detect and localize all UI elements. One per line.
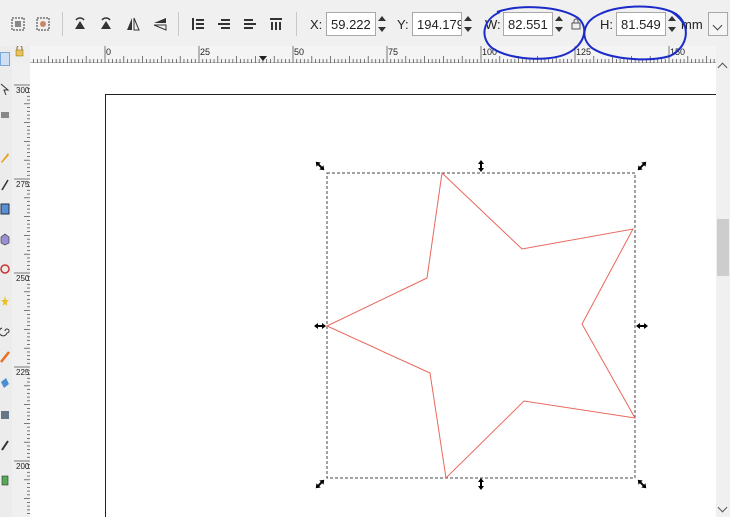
unit-select[interactable]: mm xyxy=(679,14,706,36)
raise-icon[interactable] xyxy=(240,14,260,34)
scroll-down-icon[interactable] xyxy=(717,502,728,513)
chevron-down-icon[interactable] xyxy=(708,12,728,36)
toolbar-separator xyxy=(178,12,179,36)
spray-tool-icon[interactable] xyxy=(0,472,10,486)
scroll-up-icon[interactable] xyxy=(717,62,728,73)
node-tool-icon[interactable] xyxy=(0,82,10,96)
ruler-label: 250 xyxy=(16,274,30,283)
width-spinner[interactable] xyxy=(554,12,565,36)
ruler-label: 100 xyxy=(482,47,498,57)
select-all-icon[interactable] xyxy=(8,14,28,34)
width-input[interactable]: 82.551 xyxy=(503,12,553,36)
x-label: X: xyxy=(310,17,323,32)
ruler-label: 150 xyxy=(670,47,686,57)
scrollbar-thumb[interactable] xyxy=(717,219,729,276)
bucket-tool-icon[interactable] xyxy=(0,376,10,390)
inkscape-window: X: 59.222 Y: 194.179 W: 82.551 H: 81.549… xyxy=(0,0,730,517)
selector-toolbar: X: 59.222 Y: 194.179 W: 82.551 H: 81.549… xyxy=(0,0,730,46)
height-input[interactable]: 81.549 xyxy=(616,12,666,36)
3d-box-tool-icon[interactable] xyxy=(0,232,10,246)
ruler-pointer-icon xyxy=(259,56,267,61)
gradient-tool-icon[interactable] xyxy=(0,408,10,422)
star-tool-icon[interactable] xyxy=(0,294,10,308)
star-shape[interactable] xyxy=(325,171,636,480)
lower-to-bottom-icon[interactable] xyxy=(188,14,208,34)
lower-icon[interactable] xyxy=(214,14,234,34)
ruler-label: 0 xyxy=(106,47,112,57)
height-label: H: xyxy=(600,17,613,32)
ruler-label: 300 xyxy=(16,86,30,95)
select-all-layers-icon[interactable] xyxy=(33,14,53,34)
toolbar-separator xyxy=(296,12,297,36)
y-label: Y: xyxy=(397,17,409,32)
horizontal-ruler[interactable]: 0 25 50 75 100 125 150 xyxy=(30,46,716,63)
drawing-canvas[interactable] xyxy=(30,63,716,517)
tweak-tool-icon[interactable] xyxy=(0,108,10,122)
rotate-ccw-icon[interactable] xyxy=(70,14,90,34)
ruler-label: 275 xyxy=(16,180,30,189)
scale-handle-bottom-right[interactable] xyxy=(636,478,649,491)
rectangle-tool-icon[interactable] xyxy=(0,202,10,216)
stretch-handle-left[interactable] xyxy=(314,323,326,329)
ruler-label: 25 xyxy=(200,47,211,57)
flip-vertical-icon[interactable] xyxy=(150,14,170,34)
x-input[interactable]: 59.222 xyxy=(326,12,376,36)
ruler-label: 50 xyxy=(294,47,305,57)
scale-handle-bottom-left[interactable] xyxy=(314,478,327,491)
width-label: W: xyxy=(485,17,501,32)
pencil-tool-icon[interactable] xyxy=(0,150,10,164)
vertical-scrollbar[interactable] xyxy=(716,46,730,517)
y-input[interactable]: 194.179 xyxy=(412,12,462,36)
ruler-label: 75 xyxy=(388,47,399,57)
toolbar-separator xyxy=(62,12,63,36)
raise-to-top-icon[interactable] xyxy=(266,14,286,34)
stretch-handle-right[interactable] xyxy=(636,323,648,329)
ellipse-tool-icon[interactable] xyxy=(0,262,10,276)
ruler-label: 125 xyxy=(576,47,592,57)
tool-palette xyxy=(0,46,12,517)
spiral-tool-icon[interactable] xyxy=(0,324,10,338)
calligraphy-tool-icon[interactable] xyxy=(0,350,10,364)
scale-handle-top-right[interactable] xyxy=(636,160,649,173)
flip-horizontal-icon[interactable] xyxy=(123,14,143,34)
stretch-handle-top[interactable] xyxy=(478,160,484,172)
ruler-label: 225 xyxy=(16,368,30,377)
pen-tool-icon[interactable] xyxy=(0,178,10,192)
dropper-tool-icon[interactable] xyxy=(0,438,10,452)
selector-tool-icon[interactable] xyxy=(0,52,10,66)
y-spinner[interactable] xyxy=(463,12,474,36)
lock-icon[interactable] xyxy=(569,14,583,34)
height-spinner[interactable] xyxy=(667,12,678,36)
scale-handle-top-left[interactable] xyxy=(314,160,327,173)
x-spinner[interactable] xyxy=(377,12,388,36)
stretch-handle-bottom[interactable] xyxy=(478,478,484,490)
selection-bounding-box xyxy=(326,172,636,479)
ruler-label: 200 xyxy=(16,462,30,471)
rotate-cw-icon[interactable] xyxy=(96,14,116,34)
